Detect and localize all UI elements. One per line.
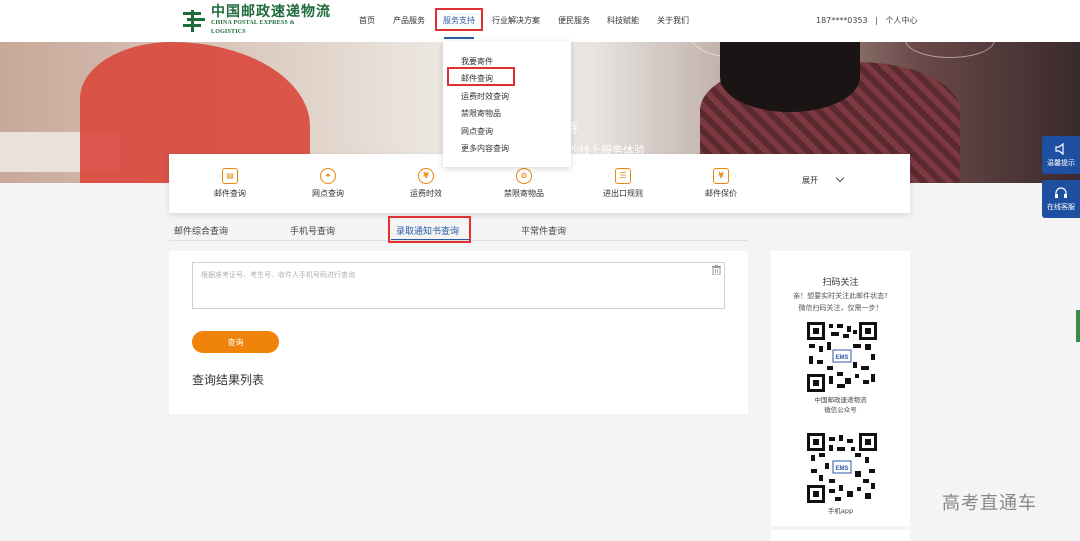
service-label: 禁限寄物品 [504, 189, 544, 198]
service-shipping-time[interactable]: ¥ 运费时效 [396, 168, 456, 199]
qr-panel-title: 扫码关注 [822, 278, 859, 288]
service-support-dropdown: 我要寄件 邮件查询 运费时效查询 禁限寄物品 网点查询 更多内容查询 [443, 41, 571, 167]
dropdown-item-forbidden[interactable]: 禁限寄物品 [461, 108, 501, 119]
site-header: 中国邮政速递物流 CHINA POSTAL EXPRESS & LOGISTIC… [0, 0, 1080, 42]
trash-icon[interactable] [712, 265, 721, 276]
service-label: 进出口规则 [603, 189, 643, 198]
logo-chinese-text: 中国邮政速递物流 [211, 4, 331, 20]
qr1-caption-1: 中国邮政速递物流 [814, 396, 867, 404]
dropdown-item-more[interactable]: 更多内容查询 [461, 143, 509, 154]
qr-panel-desc-1: 亲！想要实时关注此邮件状态? [793, 292, 888, 300]
tab-highlight-box [388, 216, 471, 243]
results-title: 查询结果列表 [192, 373, 265, 387]
headset-icon [1042, 186, 1080, 200]
china-post-logo[interactable]: 中国邮政速递物流 CHINA POSTAL EXPRESS & LOGISTIC… [181, 4, 331, 36]
dropdown-highlight-box [447, 67, 515, 86]
qr-badge-text: EMS [835, 466, 848, 472]
dropdown-item-outlet[interactable]: 网点查询 [461, 126, 493, 137]
service-insurance[interactable]: ¥ 邮件保价 [691, 168, 751, 199]
service-label: 网点查询 [312, 189, 344, 198]
qr-badge-text: EMS [835, 355, 848, 361]
query-button[interactable]: 查询 [192, 331, 279, 353]
side-green-tab[interactable] [1076, 310, 1080, 342]
service-label: 邮件查询 [214, 189, 246, 198]
service-forbidden-items[interactable]: ⊘ 禁限寄物品 [494, 168, 554, 199]
qr-panel-lower [771, 530, 910, 541]
insurance-icon: ¥ [713, 168, 729, 184]
tab-ordinary[interactable]: 平常件查询 [521, 224, 566, 237]
forbidden-icon: ⊘ [516, 168, 532, 184]
query-input[interactable] [192, 262, 725, 309]
tips-float-button[interactable]: 温馨提示 [1042, 136, 1080, 174]
nav-item-industry-solutions[interactable]: 行业解决方案 [492, 15, 540, 26]
nav-active-underline [444, 37, 474, 39]
logo-english-text: CHINA POSTAL EXPRESS & LOGISTICS [211, 20, 295, 35]
service-import-export[interactable]: ☰ 进出口规则 [593, 168, 653, 199]
dropdown-item-freight-time[interactable]: 运费时效查询 [461, 91, 509, 102]
qr2-caption: 手机app [827, 507, 854, 515]
expand-button[interactable]: 展开 [802, 173, 844, 186]
banner-hair [720, 42, 860, 112]
service-float-button[interactable]: 在线客服 [1042, 180, 1080, 218]
service-outlet-query[interactable]: ⌖ 网点查询 [298, 168, 358, 199]
query-card: 查询 查询结果列表 [169, 251, 748, 414]
header-separator: | [875, 16, 878, 25]
banner-ring [905, 42, 995, 58]
wechat-qr-code: EMS [807, 322, 877, 392]
service-label: 运费时效 [410, 189, 442, 198]
expand-label: 展开 [802, 176, 818, 185]
qr-panel-desc-2: 微信扫码关注，仅需一步！ [798, 304, 883, 312]
dropdown-item-send[interactable]: 我要寄件 [461, 56, 493, 67]
user-center-link[interactable]: 个人中心 [885, 16, 917, 25]
speaker-icon [1042, 142, 1080, 156]
tab-phone[interactable]: 手机号查询 [290, 224, 335, 237]
nav-item-about[interactable]: 关于我们 [657, 15, 689, 26]
nav-item-convenience[interactable]: 便民服务 [558, 15, 590, 26]
yuan-icon: ¥ [418, 168, 434, 184]
nav-highlight-box [435, 8, 483, 31]
tab-comprehensive[interactable]: 邮件综合查询 [174, 224, 228, 237]
service-float-label: 在线客服 [1047, 203, 1075, 211]
chevron-down-icon [835, 173, 844, 183]
nav-item-products[interactable]: 产品服务 [393, 15, 425, 26]
mail-search-icon: ▤ [222, 168, 238, 184]
watermark-text: 高考直通车 [942, 493, 1037, 514]
nav-item-tech[interactable]: 科技赋能 [607, 15, 639, 26]
service-label: 邮件保价 [705, 189, 737, 198]
customs-icon: ☰ [615, 168, 631, 184]
qr1-caption-2: 微信公众号 [824, 406, 857, 414]
service-mail-query[interactable]: ▤ 邮件查询 [200, 168, 260, 199]
qr-follow-panel: 扫码关注 亲！想要实时关注此邮件状态? 微信扫码关注，仅需一步！ EMS 中国邮… [771, 251, 910, 526]
tips-float-label: 温馨提示 [1047, 159, 1075, 167]
china-post-emblem-icon [181, 8, 207, 34]
user-area: 187****0353 | 个人中心 [816, 15, 917, 26]
location-icon: ⌖ [320, 168, 336, 184]
user-phone[interactable]: 187****0353 [816, 16, 868, 25]
app-qr-code: EMS [807, 433, 877, 503]
nav-item-home[interactable]: 首页 [359, 15, 375, 26]
